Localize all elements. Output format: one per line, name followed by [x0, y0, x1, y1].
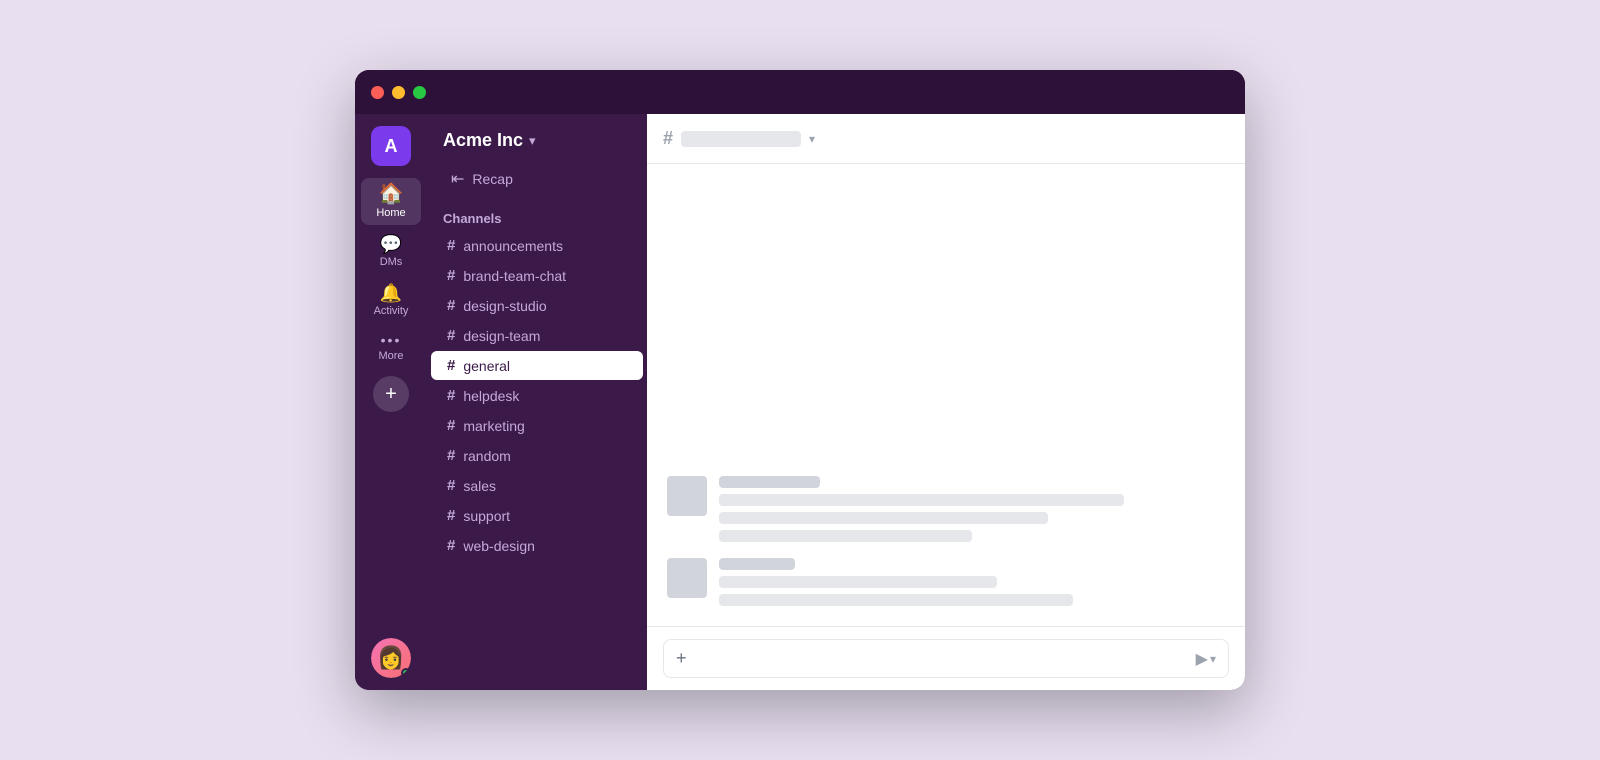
nav-item-more[interactable]: ••• More [361, 327, 421, 368]
recap-icon: ⇤ [451, 169, 464, 189]
channel-name: design-studio [463, 298, 546, 314]
hash-icon: # [447, 297, 455, 314]
app-window: A 🏠 Home 💬 DMs 🔔 Activity ••• More [355, 70, 1245, 690]
workspace-header[interactable]: Acme Inc ▾ [427, 114, 647, 163]
nav-item-home[interactable]: 🏠 Home [361, 178, 421, 225]
hash-icon: # [447, 537, 455, 554]
activity-label: Activity [374, 305, 409, 317]
message-input[interactable] [695, 651, 1188, 667]
dms-icon: 💬 [380, 235, 402, 253]
content-area: # ▾ [647, 114, 1245, 690]
content-header: # ▾ [647, 114, 1245, 164]
hash-icon: # [447, 507, 455, 524]
send-icon: ▶ [1196, 649, 1208, 669]
message-line-2 [719, 594, 1073, 606]
channel-name: announcements [463, 238, 563, 254]
channel-item-brand-team-chat[interactable]: # brand-team-chat [431, 261, 643, 290]
message-avatar [667, 558, 707, 598]
hash-icon: # [447, 357, 455, 374]
message-input-bar: + ▶ ▾ [647, 626, 1245, 690]
channel-item-design-team[interactable]: # design-team [431, 321, 643, 350]
hash-icon: # [447, 327, 455, 344]
add-workspace-button[interactable]: + [373, 376, 409, 412]
channel-list: # announcements # brand-team-chat # design-st… [427, 230, 647, 682]
hash-icon: # [447, 477, 455, 494]
channel-name: random [463, 448, 510, 464]
channel-item-marketing[interactable]: # marketing [431, 411, 643, 440]
channel-item-support[interactable]: # support [431, 501, 643, 530]
messages-area [647, 164, 1245, 626]
message-content [719, 558, 1225, 606]
title-bar [355, 70, 1245, 114]
channel-item-design-studio[interactable]: # design-studio [431, 291, 643, 320]
message-line-2 [719, 512, 1048, 524]
minimize-button[interactable] [392, 86, 405, 99]
message-row [667, 476, 1225, 542]
message-line-1 [719, 494, 1124, 506]
message-line-3 [719, 530, 972, 542]
channel-item-sales[interactable]: # sales [431, 471, 643, 500]
channel-name-skeleton [681, 131, 801, 147]
channel-name: sales [463, 478, 496, 494]
left-nav: A 🏠 Home 💬 DMs 🔔 Activity ••• More [355, 114, 427, 690]
nav-item-activity[interactable]: 🔔 Activity [361, 278, 421, 323]
message-line-1 [719, 576, 997, 588]
channel-name: design-team [463, 328, 540, 344]
message-name-skeleton [719, 476, 820, 488]
user-avatar[interactable]: 👩 [371, 638, 411, 678]
attach-button[interactable]: + [676, 648, 687, 669]
hash-icon: # [447, 417, 455, 434]
close-button[interactable] [371, 86, 384, 99]
channel-hash-icon: # [663, 128, 673, 149]
more-icon: ••• [381, 333, 402, 347]
workspace-avatar[interactable]: A [371, 126, 411, 166]
hash-icon: # [447, 447, 455, 464]
channel-item-random[interactable]: # random [431, 441, 643, 470]
hash-icon: # [447, 237, 455, 254]
main-layout: A 🏠 Home 💬 DMs 🔔 Activity ••• More [355, 114, 1245, 690]
send-button[interactable]: ▶ ▾ [1196, 649, 1216, 669]
workspace-name: Acme Inc [443, 130, 523, 151]
hash-icon: # [447, 387, 455, 404]
sidebar: Acme Inc ▾ ⇤ Recap Channels # announcemen… [427, 114, 647, 690]
channels-section-label: Channels [427, 203, 647, 230]
channel-name: general [463, 358, 510, 374]
send-chevron-icon: ▾ [1210, 652, 1216, 666]
channel-name: support [463, 508, 510, 524]
activity-icon: 🔔 [380, 284, 402, 302]
header-chevron-icon: ▾ [809, 132, 815, 146]
message-avatar [667, 476, 707, 516]
channel-name: brand-team-chat [463, 268, 566, 284]
channel-name: web-design [463, 538, 535, 554]
workspace-chevron-icon: ▾ [529, 133, 536, 149]
channel-item-announcements[interactable]: # announcements [431, 231, 643, 260]
home-label: Home [376, 207, 405, 219]
recap-button[interactable]: ⇤ Recap [435, 163, 639, 195]
recap-label: Recap [472, 171, 512, 187]
channel-item-general[interactable]: # general [431, 351, 643, 380]
message-content [719, 476, 1225, 542]
hash-icon: # [447, 267, 455, 284]
status-indicator [401, 668, 411, 678]
message-row [667, 558, 1225, 606]
channel-item-web-design[interactable]: # web-design [431, 531, 643, 560]
home-icon: 🏠 [379, 184, 404, 204]
channel-name: marketing [463, 418, 524, 434]
message-input-container: + ▶ ▾ [663, 639, 1229, 678]
dms-label: DMs [380, 256, 403, 268]
channel-name: helpdesk [463, 388, 519, 404]
message-name-skeleton [719, 558, 795, 570]
more-label: More [378, 350, 403, 362]
nav-item-dms[interactable]: 💬 DMs [361, 229, 421, 274]
maximize-button[interactable] [413, 86, 426, 99]
channel-item-helpdesk[interactable]: # helpdesk [431, 381, 643, 410]
